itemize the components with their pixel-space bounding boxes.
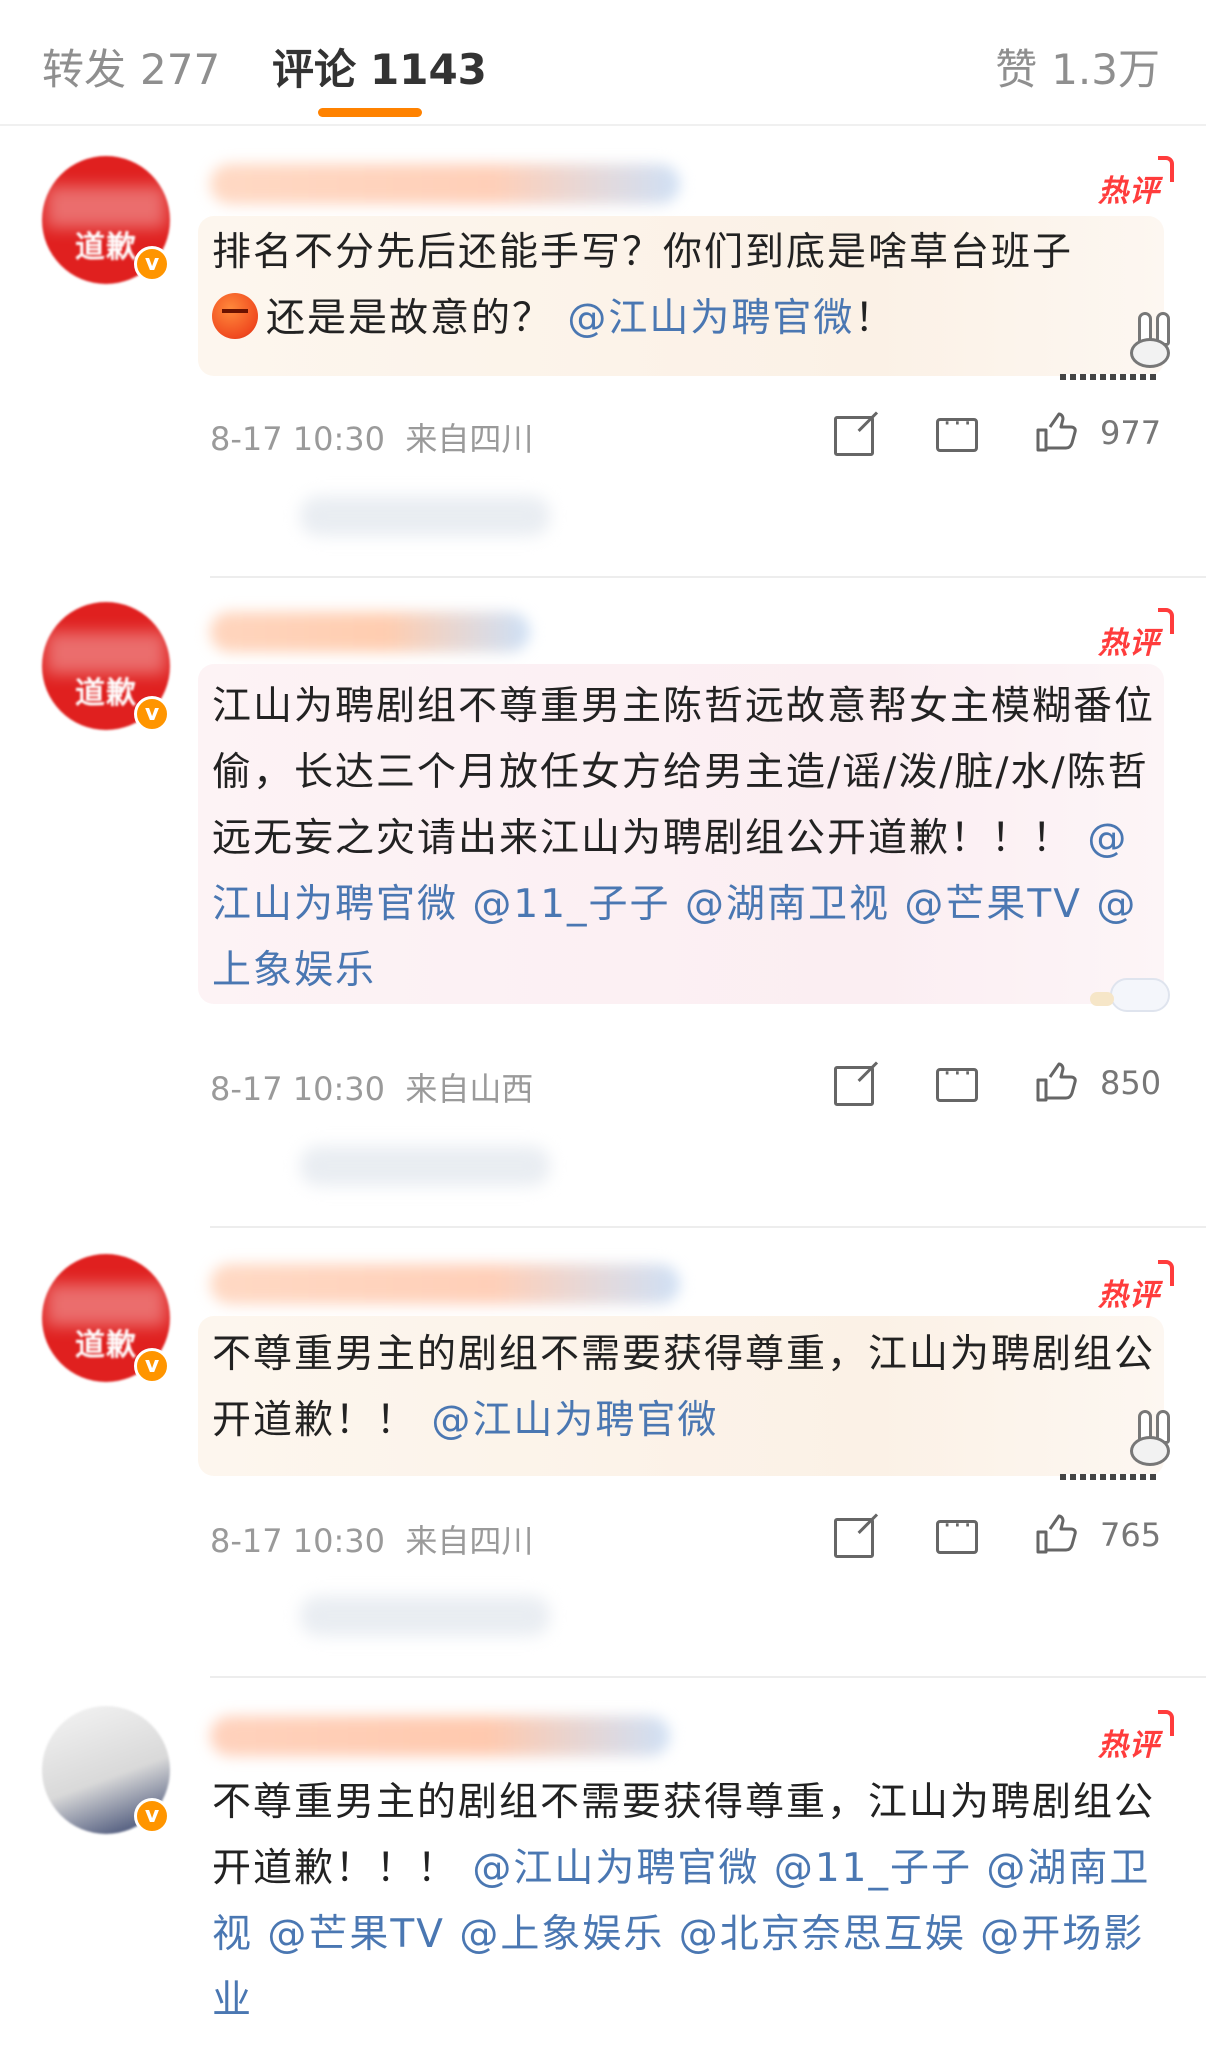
like-count: 765 xyxy=(1100,1516,1162,1554)
bunny-decoration-icon xyxy=(1130,1410,1206,1470)
tab-repost-label: 转发 xyxy=(42,45,127,94)
mention-link[interactable]: @芒果TV xyxy=(267,1912,445,1957)
bunny-decoration-icon xyxy=(1130,312,1206,372)
verified-badge-icon: v xyxy=(134,1348,170,1384)
tab-comment-label: 评论 xyxy=(272,45,357,94)
comment-location: 来自山西 xyxy=(405,1070,534,1108)
like-icon[interactable] xyxy=(1034,1060,1078,1104)
active-tab-indicator xyxy=(318,108,422,117)
share-icon[interactable] xyxy=(834,1066,874,1106)
comment-meta: 8-17 10:30 来自四川 xyxy=(210,1516,533,1562)
divider xyxy=(210,1226,1206,1228)
comment-text: 江山为聘剧组不尊重男主陈哲远故意帮女主模糊番位偷，长达三个月放任女方给男主造/谣… xyxy=(212,684,1156,993)
mention-link[interactable]: @11_子子 xyxy=(472,882,670,927)
tab-like[interactable]: 赞 1.3万 xyxy=(995,36,1160,97)
share-icon[interactable] xyxy=(834,416,874,456)
share-icon[interactable] xyxy=(834,1518,874,1558)
comment-item: 道歉 v 热评 排名不分先后还能手写？你们到底是啥草台班子 还是是故意的？ @江山… xyxy=(0,126,1206,578)
comment-item: v 热评 不尊重男主的剧组不需要获得尊重，江山为聘剧组公开道歉！！！ @江山为聘… xyxy=(0,1680,1206,2068)
mention-link[interactable]: @江山为聘官微 xyxy=(567,296,854,341)
mention-link[interactable]: @芒果TV xyxy=(904,882,1082,927)
mention-link[interactable]: @上象娱乐 xyxy=(459,1912,664,1957)
angry-face-icon xyxy=(212,293,258,339)
reply-preview[interactable] xyxy=(300,496,550,536)
comment-text: 排名不分先后还能手写？你们到底是啥草台班子 还是是故意的？ @江山为聘官微！ xyxy=(212,230,1074,341)
like-icon[interactable] xyxy=(1034,1512,1078,1556)
comment-text: 不尊重男主的剧组不需要获得尊重，江山为聘剧组公开道歉！！！ @江山为聘官微 @1… xyxy=(212,1780,1156,2023)
username[interactable] xyxy=(210,612,530,652)
comment-text: 不尊重男主的剧组不需要获得尊重，江山为聘剧组公开道歉！！ @江山为聘官微 xyxy=(212,1332,1156,1443)
tab-repost-count: 277 xyxy=(140,45,221,94)
verified-badge-icon: v xyxy=(134,246,170,282)
mention-link[interactable]: @湖南卫视 xyxy=(685,882,890,927)
like-icon[interactable] xyxy=(1034,410,1078,454)
hot-comment-badge: 热评 xyxy=(1098,1260,1174,1314)
hot-comment-badge: 热评 xyxy=(1098,608,1174,662)
mention-link[interactable]: @11_子子 xyxy=(774,1846,972,1891)
tab-comment[interactable]: 评论 1143 xyxy=(272,36,487,97)
like-count: 850 xyxy=(1100,1064,1162,1102)
comment-location: 来自四川 xyxy=(405,420,534,458)
like-count: 977 xyxy=(1100,414,1162,452)
cloud-decoration-icon xyxy=(1090,968,1180,1018)
divider xyxy=(210,1676,1206,1678)
comment-meta: 8-17 10:30 来自山西 xyxy=(210,1064,533,1110)
comment-icon[interactable] xyxy=(936,1059,978,1102)
comment-item: 道歉 v 热评 江山为聘剧组不尊重男主陈哲远故意帮女主模糊番位偷，长达三个月放任… xyxy=(0,578,1206,1230)
comment-time: 8-17 10:30 xyxy=(210,1070,386,1108)
username[interactable] xyxy=(210,1264,680,1304)
comment-tabs: 转发 277 评论 1143 赞 1.3万 xyxy=(0,0,1206,126)
tab-like-count: 1.3万 xyxy=(1051,45,1160,94)
reply-preview[interactable] xyxy=(300,1596,550,1636)
tab-like-label: 赞 xyxy=(995,45,1038,94)
verified-badge-icon: v xyxy=(134,696,170,732)
mention-link[interactable]: @江山为聘官微 xyxy=(431,1398,718,1443)
decoration-bar xyxy=(1060,1474,1160,1480)
tab-comment-count: 1143 xyxy=(370,45,487,94)
tab-repost[interactable]: 转发 277 xyxy=(42,36,220,97)
comment-meta: 8-17 10:30 来自四川 xyxy=(210,414,533,460)
username[interactable] xyxy=(210,164,680,204)
mention-link[interactable]: @江山为聘官微 xyxy=(472,1846,759,1891)
comment-icon[interactable] xyxy=(936,409,978,452)
comment-location: 来自四川 xyxy=(405,1522,534,1560)
decoration-bar xyxy=(1060,374,1160,380)
hot-comment-badge: 热评 xyxy=(1098,1710,1174,1764)
comment-time: 8-17 10:30 xyxy=(210,1522,386,1560)
mention-link[interactable]: @北京奈思互娱 xyxy=(679,1912,966,1957)
comment-item: 道歉 v 热评 不尊重男主的剧组不需要获得尊重，江山为聘剧组公开道歉！！ @江山… xyxy=(0,1230,1206,1680)
verified-badge-icon: v xyxy=(134,1798,170,1834)
hot-comment-badge: 热评 xyxy=(1098,156,1174,210)
comment-icon[interactable] xyxy=(936,1511,978,1554)
reply-preview[interactable] xyxy=(300,1146,550,1186)
comment-time: 8-17 10:30 xyxy=(210,420,386,458)
username[interactable] xyxy=(210,1716,670,1756)
